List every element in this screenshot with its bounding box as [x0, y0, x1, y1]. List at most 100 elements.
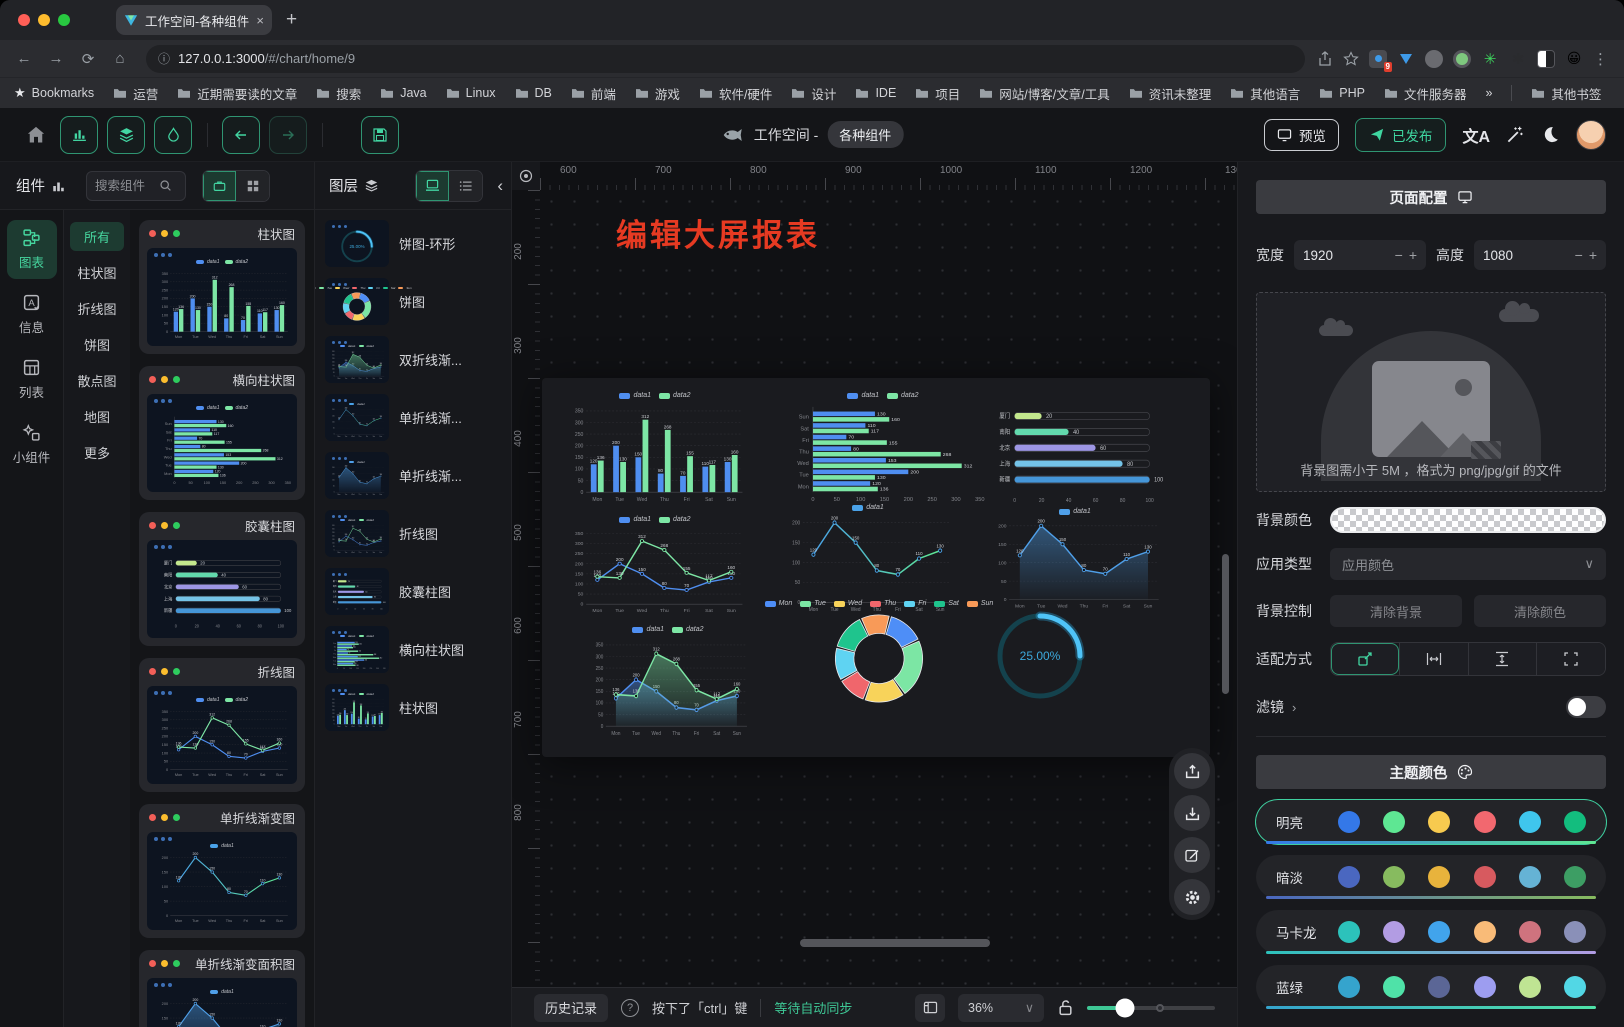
fit-stretch-button[interactable] — [1536, 643, 1605, 675]
magic-wand-icon[interactable] — [1506, 125, 1525, 144]
export-button[interactable] — [1174, 753, 1210, 789]
charts-panel-toggle-button[interactable] — [60, 116, 98, 154]
bookmark-folder[interactable]: 设计 — [791, 84, 836, 103]
back-icon[interactable]: ← — [10, 45, 38, 73]
bookmark-folder[interactable]: 搜索 — [316, 84, 361, 103]
dashboard-board[interactable]: data1data2050100150200250300350MonTueWed… — [542, 378, 1210, 757]
rail-item-3[interactable]: 小组件 — [7, 415, 57, 474]
canvas-text-component[interactable]: 编辑大屏报表 — [616, 210, 820, 255]
site-info-icon[interactable]: ⓘ — [158, 50, 170, 67]
component-card[interactable]: 单折线渐变图 data1050100150200MonTueWedThuFriS… — [139, 804, 305, 938]
extension-circle-icon[interactable] — [1425, 50, 1443, 68]
background-upload-dropzone[interactable]: 背景图需小于 5M ，格式为 png/jpg/gif 的文件 — [1256, 292, 1606, 492]
rail-item-2[interactable]: 列表 — [7, 350, 57, 409]
theme-row-蓝绿[interactable]: 蓝绿 — [1256, 965, 1606, 1009]
height-stepper[interactable]: 1080−+ — [1474, 240, 1606, 270]
canvas-chart-component[interactable]: MonTueWedThuFriSatSun — [788, 600, 970, 710]
horizontal-scrollbar[interactable] — [800, 939, 990, 947]
fit-height-button[interactable] — [1468, 643, 1537, 675]
chrome-menu-icon[interactable]: ⋮ — [1593, 50, 1608, 68]
component-card[interactable]: 单折线渐变面积图 data1050100150200MonTueWedThuFr… — [139, 950, 305, 1027]
component-card[interactable]: 柱状图 data1data2050100150200250300350MonTu… — [139, 220, 305, 354]
theme-color-header[interactable]: 主题颜色 — [1256, 755, 1606, 789]
bookmark-folder[interactable]: 软件/硬件 — [699, 84, 772, 103]
decrease-height-button[interactable]: − — [1575, 247, 1583, 263]
bookmark-folder[interactable]: 资讯未整理 — [1129, 84, 1212, 103]
category-4[interactable]: 散点图 — [70, 366, 124, 395]
increase-height-button[interactable]: + — [1589, 247, 1597, 263]
extension-pin-icon[interactable] — [1397, 50, 1415, 68]
category-1[interactable]: 柱状图 — [70, 258, 124, 287]
category-6[interactable]: 更多 — [70, 438, 124, 467]
canvas-chart-component[interactable]: data1data2050100150200250300350MonTueWed… — [562, 516, 748, 618]
traffic-lights[interactable] — [18, 14, 70, 26]
fit-width-button[interactable] — [1399, 643, 1468, 675]
home-icon[interactable] — [26, 125, 46, 145]
bookmark-folder[interactable]: 文件服务器 — [1384, 84, 1467, 103]
bookmarks-overflow-icon[interactable]: » — [1485, 86, 1492, 100]
zoom-slider-knob[interactable] — [1116, 998, 1135, 1017]
close-window-button[interactable] — [18, 14, 30, 26]
clear-color-button[interactable]: 清除颜色 — [1474, 595, 1606, 627]
filter-toggle[interactable] — [1566, 696, 1606, 718]
toolbox-view-button[interactable] — [203, 171, 236, 201]
forward-icon[interactable]: → — [42, 45, 70, 73]
component-card[interactable]: 横向柱状图 data1data2050100150200250300350Mon… — [139, 366, 305, 500]
publish-button[interactable]: 已发布 — [1355, 118, 1447, 152]
list-view-button[interactable] — [449, 171, 482, 201]
theme-row-暗淡[interactable]: 暗淡 — [1256, 855, 1606, 899]
translate-icon[interactable]: 文A — [1462, 123, 1490, 147]
clear-background-button[interactable]: 清除背景 — [1330, 595, 1462, 627]
canvas-chart-component[interactable]: 25.00% — [986, 606, 1094, 706]
category-3[interactable]: 饼图 — [70, 330, 124, 359]
dark-mode-moon-icon[interactable] — [1541, 125, 1560, 144]
lock-open-icon[interactable] — [1057, 999, 1074, 1016]
expand-arrow-icon[interactable]: › — [1292, 700, 1296, 715]
profile-emoji-icon[interactable]: 😀 — [1565, 50, 1583, 68]
collapse-panel-icon[interactable]: ‹ — [497, 176, 503, 196]
panel-layout-button[interactable] — [915, 994, 945, 1022]
canvas-area[interactable]: 6007008009001000110012001300 20030040050… — [512, 162, 1237, 987]
category-2[interactable]: 折线图 — [70, 294, 124, 323]
bookmark-folder[interactable]: Linux — [446, 84, 496, 103]
canvas-chart-component[interactable]: data1data2050100150200250300350MonTueWed… — [584, 626, 752, 742]
minimize-window-button[interactable] — [38, 14, 50, 26]
canvas-chart-component[interactable]: 厦门20南阳40北京60上海80新疆100020406080100 — [984, 400, 1164, 512]
preview-button[interactable]: 预览 — [1264, 119, 1339, 151]
fit-scale-button[interactable] — [1331, 643, 1399, 675]
bookmark-folder[interactable]: 前端 — [571, 84, 616, 103]
zoom-select[interactable]: 36%∨ — [958, 994, 1044, 1022]
extension-pinwheel-icon[interactable]: ✱ — [1509, 50, 1527, 68]
app-type-select[interactable]: 应用颜色∨ — [1330, 548, 1606, 580]
zoom-slider[interactable] — [1087, 1006, 1215, 1010]
bookmark-folder[interactable]: IDE — [855, 84, 896, 103]
width-stepper[interactable]: 1920−+ — [1294, 240, 1426, 270]
bookmark-folder[interactable]: 其他语言 — [1230, 84, 1300, 103]
history-button[interactable]: 历史记录 — [534, 994, 608, 1022]
layers-panel-toggle-button[interactable] — [107, 116, 145, 154]
bookmark-folder[interactable]: 近期需要读的文章 — [177, 84, 297, 103]
category-0[interactable]: 所有 — [70, 222, 124, 251]
bookmark-folder[interactable]: 运营 — [113, 84, 158, 103]
extension-star-icon[interactable]: ✳ — [1481, 50, 1499, 68]
theme-row-明亮[interactable]: 明亮 — [1256, 800, 1606, 844]
component-card[interactable]: 胶囊柱图 厦门20南阳40北京60上海80新疆100020406080100 — [139, 512, 305, 646]
edit-button[interactable] — [1174, 837, 1210, 873]
search-input[interactable] — [95, 179, 155, 193]
bg-color-swatch[interactable] — [1330, 507, 1606, 533]
theme-row-马卡龙[interactable]: 马卡龙 — [1256, 910, 1606, 954]
category-5[interactable]: 地图 — [70, 402, 124, 431]
decrease-width-button[interactable]: − — [1395, 247, 1403, 263]
extension-bw-icon[interactable] — [1537, 50, 1555, 68]
layer-item[interactable]: data1050100150200MonTueWedThuFriSatSun12… — [325, 452, 501, 499]
layer-item[interactable]: data1data2050100150200250300350MonTueWed… — [325, 510, 501, 557]
layer-item[interactable]: 厦门20南阳40北京60上海80新疆100020406080100胶囊柱图 — [325, 568, 501, 615]
undo-button[interactable] — [222, 116, 260, 154]
bookmark-folder[interactable]: 项目 — [915, 84, 960, 103]
canvas-chart-component[interactable]: data1data2050100150200250300350MonTueWed… — [562, 392, 748, 508]
layer-item[interactable]: MonTueWedThuFriSatSun饼图 — [325, 278, 501, 325]
rail-item-0[interactable]: 图表 — [7, 220, 57, 279]
width-value[interactable]: 1920 — [1303, 248, 1389, 263]
share-icon[interactable] — [1317, 51, 1333, 67]
bookmark-other[interactable]: 其他书签 — [1531, 84, 1601, 103]
